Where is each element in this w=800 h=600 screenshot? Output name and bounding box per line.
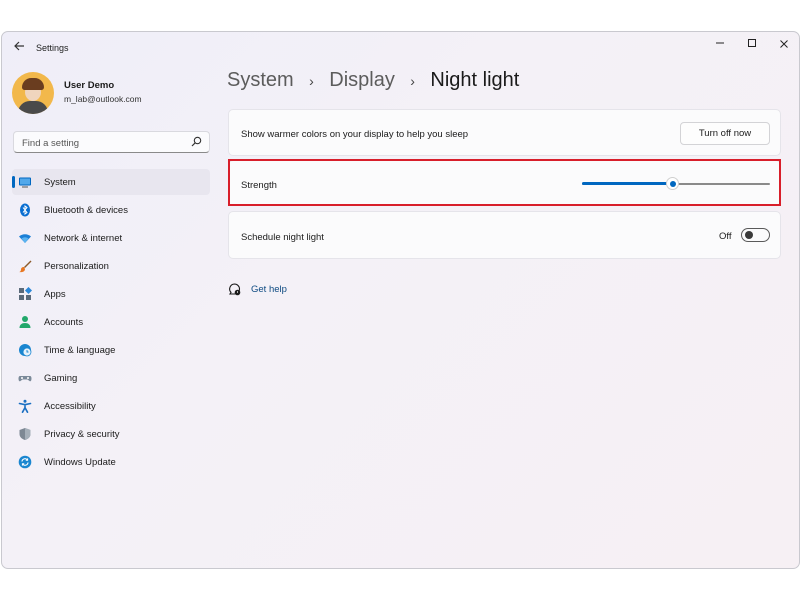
sidebar-item-network[interactable]: Network & internet — [12, 225, 210, 251]
sidebar-item-gaming[interactable]: Gaming — [12, 365, 210, 391]
user-email: m_lab@outlook.com — [64, 94, 142, 104]
warm-colors-label: Show warmer colors on your display to he… — [241, 129, 469, 140]
sidebar-item-label: Bluetooth & devices — [44, 205, 128, 216]
sidebar-item-windows-update[interactable]: Windows Update — [12, 449, 210, 475]
user-profile[interactable]: User Demo m_lab@outlook.com — [12, 70, 212, 120]
breadcrumb-display[interactable]: Display — [329, 69, 395, 92]
sidebar-item-time-language[interactable]: Time & language — [12, 337, 210, 363]
sidebar-nav: System Bluetooth & devices Network & int… — [12, 169, 210, 477]
sidebar-item-label: Apps — [44, 289, 66, 300]
strength-label: Strength — [241, 180, 277, 191]
help-icon — [228, 283, 241, 296]
schedule-card: Schedule night light Off — [228, 211, 781, 259]
accessibility-icon — [18, 399, 32, 413]
sidebar-item-accounts[interactable]: Accounts — [12, 309, 210, 335]
sidebar-item-label: Personalization — [44, 261, 109, 272]
wifi-icon — [18, 231, 32, 245]
slider-thumb[interactable] — [666, 177, 679, 190]
apps-icon — [18, 286, 33, 301]
bluetooth-icon — [18, 203, 32, 217]
sidebar-item-label: Time & language — [44, 345, 116, 356]
strength-card: Strength — [228, 160, 781, 206]
sidebar-item-personalization[interactable]: Personalization — [12, 253, 210, 279]
warm-colors-card: Show warmer colors on your display to he… — [228, 109, 781, 156]
sidebar-item-label: System — [44, 177, 76, 188]
update-icon — [18, 455, 32, 469]
gamepad-icon — [18, 371, 32, 385]
search-placeholder: Find a setting — [22, 138, 80, 149]
sidebar-item-accessibility[interactable]: Accessibility — [12, 393, 210, 419]
toggle-knob — [745, 231, 753, 239]
user-name: User Demo — [64, 80, 115, 91]
sidebar-item-bluetooth[interactable]: Bluetooth & devices — [12, 197, 210, 223]
sidebar-item-system[interactable]: System — [12, 169, 210, 195]
title-bar: Settings — [2, 32, 799, 62]
back-arrow-icon[interactable] — [10, 40, 28, 56]
sidebar-item-label: Accessibility — [44, 401, 96, 412]
breadcrumb-system[interactable]: System — [227, 69, 294, 92]
turn-off-now-button[interactable]: Turn off now — [680, 122, 770, 145]
schedule-toggle[interactable] — [741, 228, 770, 242]
app-title: Settings — [36, 43, 69, 53]
sidebar-item-label: Gaming — [44, 373, 78, 384]
sidebar-item-label: Windows Update — [44, 457, 116, 468]
shield-icon — [18, 427, 32, 441]
system-icon — [18, 175, 32, 189]
sidebar-item-apps[interactable]: Apps — [12, 281, 210, 307]
schedule-label: Schedule night light — [241, 232, 324, 243]
close-button[interactable] — [772, 36, 796, 54]
strength-slider[interactable] — [582, 177, 770, 191]
minimize-button[interactable] — [708, 36, 732, 54]
account-icon — [18, 315, 32, 329]
page-title: Night light — [430, 69, 520, 91]
chevron-right-icon: › — [410, 72, 415, 89]
avatar — [12, 72, 54, 114]
breadcrumb: System › Display › Night light — [227, 69, 519, 99]
search-icon[interactable] — [191, 136, 203, 148]
schedule-toggle-state: Off — [719, 231, 732, 242]
globe-clock-icon — [18, 343, 32, 357]
sidebar-item-privacy[interactable]: Privacy & security — [12, 421, 210, 447]
chevron-right-icon: › — [309, 72, 314, 89]
sidebar-item-label: Accounts — [44, 317, 84, 328]
maximize-button[interactable] — [740, 36, 764, 54]
sidebar-item-label: Network & internet — [44, 233, 123, 244]
brush-icon — [18, 259, 32, 273]
slider-fill — [582, 182, 667, 185]
active-indicator — [12, 176, 15, 188]
get-help-label: Get help — [251, 284, 287, 295]
search-input[interactable]: Find a setting — [13, 131, 210, 153]
sidebar-item-label: Privacy & security — [44, 429, 120, 440]
